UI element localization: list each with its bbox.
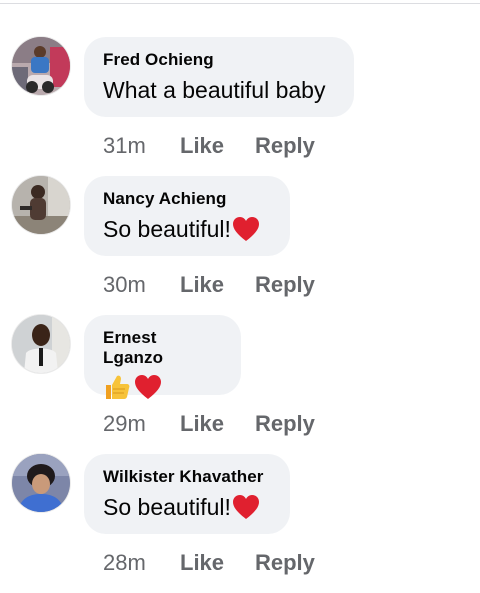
comment-text-row: So beautiful! [103, 492, 270, 522]
comment-author[interactable]: Fred Ochieng [103, 50, 334, 70]
top-divider [0, 3, 480, 4]
red-heart-icon [232, 494, 260, 520]
comment-text: What a beautiful baby [103, 77, 326, 103]
comment-timestamp[interactable]: 30m [103, 272, 146, 298]
avatar[interactable] [12, 315, 70, 373]
comment-text: So beautiful! [103, 216, 231, 242]
comment-text: So beautiful! [103, 494, 231, 520]
comment-author[interactable]: Wilkister Khavather [103, 467, 270, 487]
thumbs-up-icon [103, 373, 131, 401]
comment-timestamp[interactable]: 31m [103, 133, 146, 159]
comment-bubble: Fred Ochieng What a beautiful baby [84, 37, 354, 117]
comment-timestamp[interactable]: 28m [103, 550, 146, 576]
comment-bubble: Ernest Lganzo [84, 315, 241, 399]
like-button[interactable]: Like [180, 133, 224, 159]
avatar[interactable] [12, 176, 70, 234]
comment-author[interactable]: Ernest Lganzo [103, 328, 221, 368]
avatar[interactable] [12, 454, 70, 512]
reply-button[interactable]: Reply [255, 411, 315, 437]
avatar[interactable] [12, 37, 70, 95]
comment-timestamp[interactable]: 29m [103, 411, 146, 437]
reply-button[interactable]: Reply [255, 272, 315, 298]
like-button[interactable]: Like [180, 411, 224, 437]
reply-button[interactable]: Reply [255, 133, 315, 159]
comment-item: Nancy Achieng So beautiful! 30m Like Rep… [0, 176, 480, 315]
comment-bubble: Nancy Achieng So beautiful! [84, 176, 290, 256]
comment-bubble: Wilkister Khavather So beautiful! [84, 454, 290, 534]
comment-text-row: What a beautiful baby [103, 75, 334, 105]
comment-item: Wilkister Khavather So beautiful! 28m Li… [0, 454, 480, 593]
red-heart-icon [134, 374, 162, 400]
comment-text-row [103, 373, 221, 401]
like-button[interactable]: Like [180, 550, 224, 576]
red-heart-icon [232, 216, 260, 242]
comment-author[interactable]: Nancy Achieng [103, 189, 270, 209]
comment-item: Ernest Lganzo 29m Like Reply [0, 315, 480, 454]
like-button[interactable]: Like [180, 272, 224, 298]
comment-text-row: So beautiful! [103, 214, 270, 244]
comment-item: Fred Ochieng What a beautiful baby 31m L… [0, 37, 480, 176]
reply-button[interactable]: Reply [255, 550, 315, 576]
